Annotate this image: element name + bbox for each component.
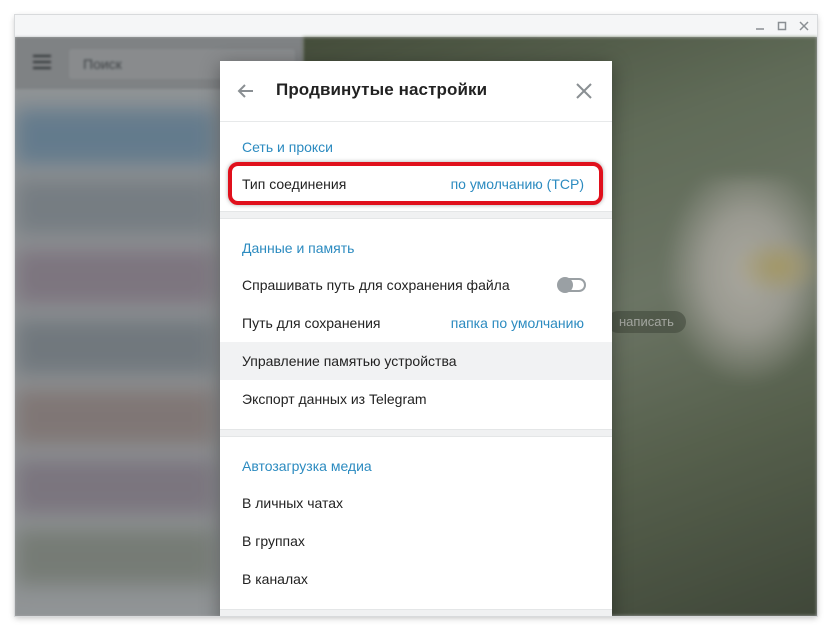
minimize-icon[interactable] <box>749 15 771 37</box>
section-title-autodownload: Автозагрузка медиа <box>242 458 372 474</box>
ask-save-path-toggle[interactable] <box>557 277 586 293</box>
section-divider <box>220 609 612 616</box>
close-icon[interactable] <box>572 79 596 103</box>
save-path-value[interactable]: папка по умолчанию <box>451 315 584 331</box>
back-arrow-icon[interactable] <box>234 79 258 103</box>
advanced-settings-dialog: Продвинутые настройки Сеть и прокси Тип … <box>220 61 612 616</box>
connection-type-row[interactable]: Тип соединения по умолчанию (TCP) <box>220 165 612 203</box>
title-bar <box>15 15 817 37</box>
connection-type-value[interactable]: по умолчанию (TCP) <box>451 176 584 192</box>
ask-save-path-label: Спрашивать путь для сохранения файла <box>242 277 510 293</box>
autodownload-channels-label: В каналах <box>242 571 308 587</box>
autodownload-channels-row[interactable]: В каналах <box>220 560 612 598</box>
dialog-header: Продвинутые настройки <box>220 61 612 122</box>
export-data-row[interactable]: Экспорт данных из Telegram <box>220 380 612 418</box>
section-divider <box>220 429 612 437</box>
ask-save-path-row[interactable]: Спрашивать путь для сохранения файла <box>220 266 612 304</box>
save-path-row[interactable]: Путь для сохранения папка по умолчанию <box>220 304 612 342</box>
autodownload-groups-label: В группах <box>242 533 305 549</box>
export-data-label: Экспорт данных из Telegram <box>242 391 427 407</box>
autodownload-groups-row[interactable]: В группах <box>220 522 612 560</box>
storage-management-label: Управление памятью устройства <box>242 353 457 369</box>
toggle-knob <box>557 277 573 293</box>
autodownload-private-row[interactable]: В личных чатах <box>220 484 612 522</box>
storage-management-row[interactable]: Управление памятью устройства <box>220 342 612 380</box>
autodownload-private-label: В личных чатах <box>242 495 344 511</box>
section-title-network: Сеть и прокси <box>242 139 333 155</box>
save-path-label: Путь для сохранения <box>242 315 381 331</box>
app-window: Поиск написать Продвинутые настройки Сет… <box>15 15 817 616</box>
close-window-icon[interactable] <box>793 15 815 37</box>
connection-type-label: Тип соединения <box>242 176 347 192</box>
dialog-title: Продвинутые настройки <box>276 80 488 99</box>
section-title-data: Данные и память <box>242 240 355 256</box>
section-divider <box>220 211 612 219</box>
maximize-icon[interactable] <box>771 15 793 37</box>
